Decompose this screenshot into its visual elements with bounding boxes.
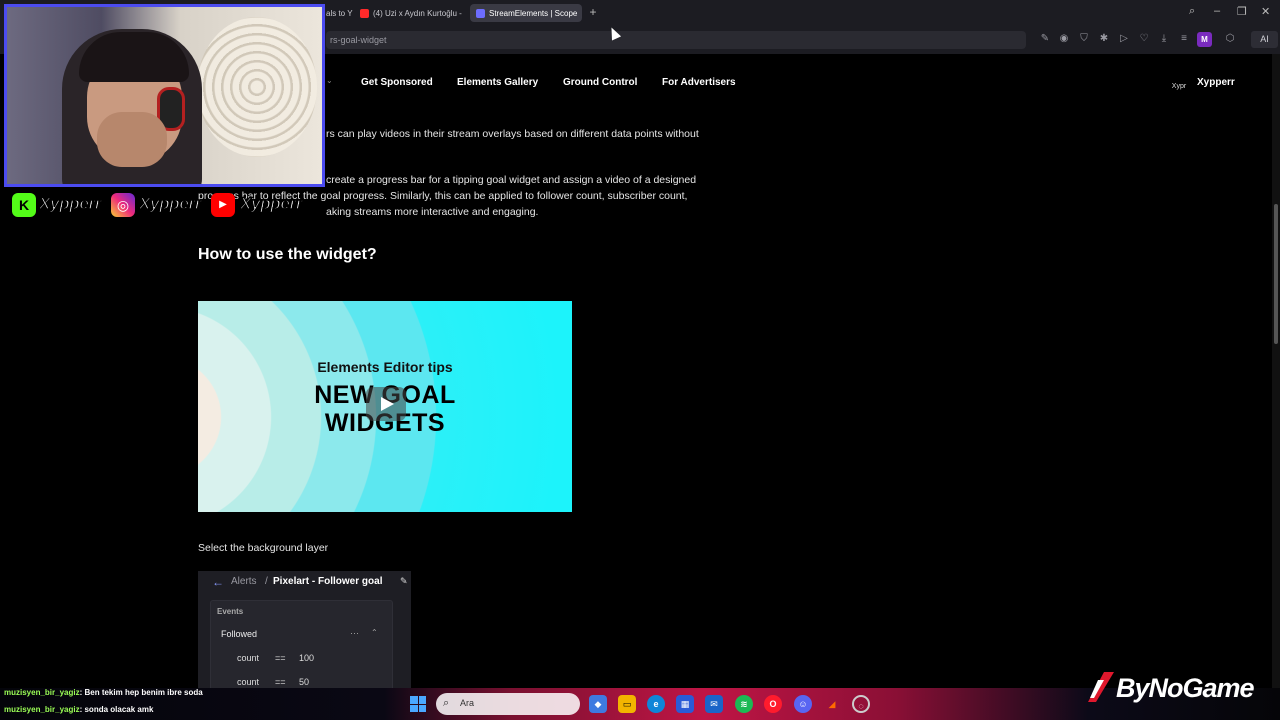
taskbar-search-input[interactable]: ⌕ Ara (436, 693, 580, 715)
search-placeholder: Ara (460, 698, 475, 708)
scroll-thumb[interactable] (1274, 204, 1278, 344)
discord-icon[interactable]: ☺ (794, 695, 812, 713)
app-icon[interactable]: ◢ (823, 695, 841, 713)
camera-icon[interactable]: ◉ (1058, 32, 1070, 46)
file-explorer-icon[interactable]: ▭ (618, 695, 636, 713)
streamelements-icon (476, 8, 485, 18)
user-name[interactable]: Xypperr (1197, 77, 1235, 88)
page-scrollbar[interactable] (1272, 54, 1280, 688)
windows-start-icon[interactable] (410, 696, 426, 712)
condition-value: 50 (299, 677, 310, 687)
url-field[interactable]: rs-goal-widget (326, 31, 1026, 49)
breadcrumb-parent: Alerts (231, 576, 257, 587)
play-button-icon[interactable] (366, 387, 406, 421)
heart-icon[interactable]: ♡ (1138, 32, 1150, 46)
condition-operator: == (275, 653, 286, 663)
paragraph-line: create a progress bar for a tipping goal… (326, 174, 697, 186)
opera-icon[interactable]: O (764, 695, 782, 713)
avatar[interactable]: Xypr (1169, 73, 1189, 93)
search-tabs-icon[interactable]: ⌕ (1189, 5, 1195, 18)
play-icon[interactable]: ▷ (1118, 32, 1130, 46)
kick-icon: K (12, 193, 36, 217)
new-tab-button[interactable]: + (587, 6, 599, 18)
sponsor-name: ByNoGame (1116, 673, 1255, 703)
search-icon: ⌕ (443, 697, 450, 709)
video-thumbnail[interactable]: Elements Editor tips NEW GOAL WIDGETS (198, 301, 572, 512)
video-subtitle: Elements Editor tips (317, 359, 453, 375)
chat-message: muzisyen_bir_yagiz: Ben tekim hep benim … (4, 688, 203, 697)
editor-screenshot: ← Alerts / Pixelart - Follower goal ✎ Ev… (198, 571, 411, 688)
chevron-down-icon[interactable]: ⌄ (326, 76, 333, 85)
step-label: Select the background layer (198, 542, 329, 554)
close-icon[interactable]: ✕ (1261, 5, 1270, 18)
streamer-hair (79, 32, 189, 82)
mail-icon[interactable]: ✉ (705, 695, 723, 713)
shield-icon[interactable]: ⛉ (1078, 32, 1090, 46)
copilot-icon[interactable]: ◆ (589, 695, 607, 713)
edit-icon[interactable]: ✎ (1039, 32, 1051, 46)
more-icon: ··· (350, 628, 359, 638)
arrow-left-icon: ← (212, 575, 224, 589)
bynogame-logo-icon (1088, 672, 1114, 702)
tab-label: als to Y (326, 8, 353, 18)
condition-field: count (237, 677, 260, 687)
store-icon[interactable]: ▦ (676, 695, 694, 713)
tab-youtube[interactable]: (4) Uzi x Aydın Kurtoğlu - (360, 4, 465, 22)
social-handle: Xypperr (38, 193, 102, 214)
breadcrumb-current: Pixelart - Follower goal (273, 576, 383, 587)
youtube-icon (360, 8, 369, 18)
nav-elements-gallery[interactable]: Elements Gallery (457, 77, 538, 88)
social-handle: Xypperr (138, 193, 202, 214)
minimize-icon[interactable]: – (1214, 5, 1220, 17)
decor-lamp (197, 17, 317, 157)
cube-icon[interactable]: ⬡ (1224, 32, 1236, 46)
spotify-icon[interactable]: ≋ (735, 695, 753, 713)
intro-paragraph: rs can play videos in their stream overl… (326, 128, 699, 140)
chat-message: muzisyen_bir_yagiz: sonda olacak amk (4, 705, 153, 714)
chat-text: : Ben tekim hep benim ibre soda (79, 688, 203, 697)
tab-previous[interactable]: als to Y (326, 4, 356, 22)
event-name: Followed (221, 629, 258, 639)
tab-streamelements[interactable]: StreamElements | Scope (470, 4, 582, 22)
events-heading: Events (217, 607, 244, 616)
breadcrumb-separator: / (265, 576, 268, 587)
pencil-icon: ✎ (400, 576, 408, 586)
ai-button[interactable]: AI (1251, 31, 1278, 48)
webcam-overlay (4, 4, 325, 187)
nav-ground-control[interactable]: Ground Control (563, 77, 637, 88)
extensions-icon[interactable]: ✱ (1098, 32, 1110, 46)
instagram-icon: ◎ (111, 193, 135, 217)
chevron-up-icon: ⌃ (371, 628, 378, 637)
youtube-icon: ▶ (211, 193, 235, 217)
restore-icon[interactable]: ❐ (1237, 5, 1247, 18)
download-icon[interactable]: ⤓ (1158, 32, 1170, 46)
chat-user: muzisyen_bir_yagiz (4, 688, 80, 697)
condition-operator: == (275, 677, 286, 687)
menu-icon[interactable]: ≡ (1178, 32, 1190, 46)
section-heading: How to use the widget? (198, 246, 377, 263)
paragraph-line: aking streams more interactive and engag… (326, 206, 539, 218)
tab-label: StreamElements | Scope (489, 8, 578, 18)
tab-label: (4) Uzi x Aydın Kurtoğlu - (373, 8, 462, 18)
edge-icon[interactable]: e (647, 695, 665, 713)
sponsor-logo: ByNoGame (1086, 668, 1256, 708)
profile-button[interactable]: M (1197, 32, 1212, 47)
chat-text: : sonda olacak amk (79, 705, 154, 714)
nav-get-sponsored[interactable]: Get Sponsored (361, 77, 433, 88)
condition-field: count (237, 653, 260, 663)
obs-icon[interactable]: ◌ (852, 695, 870, 713)
nav-for-advertisers[interactable]: For Advertisers (662, 77, 736, 88)
social-handle: Xypperr (239, 193, 303, 214)
condition-value: 100 (299, 653, 315, 663)
chat-user: muzisyen_bir_yagiz (4, 705, 80, 714)
streamer-hand (97, 112, 167, 167)
events-panel: Events Followed ··· ⌃ (210, 600, 393, 688)
